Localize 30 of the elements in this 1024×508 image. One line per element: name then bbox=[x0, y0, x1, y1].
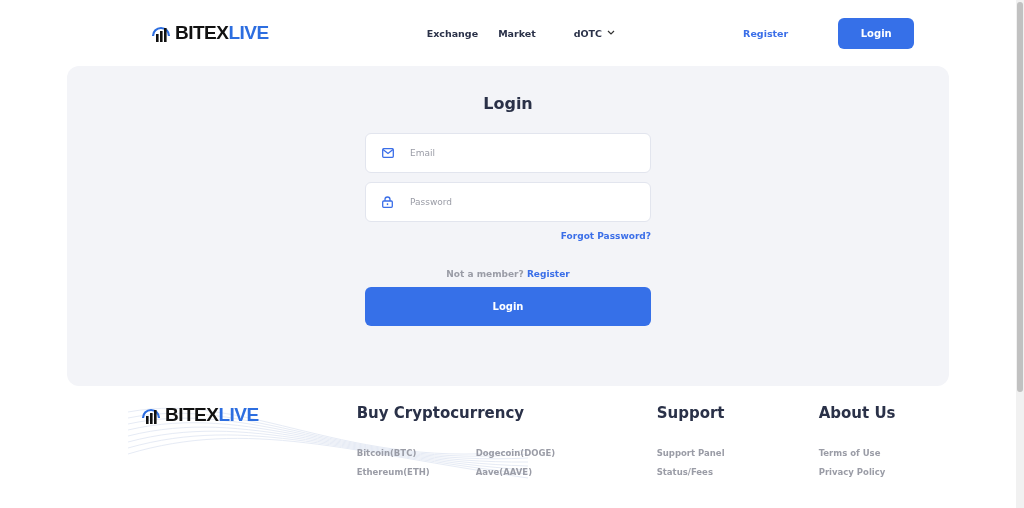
footer-heading: Support bbox=[656, 404, 726, 422]
login-title: Login bbox=[483, 94, 533, 113]
footer-link[interactable]: Support Panel bbox=[656, 448, 819, 458]
logo-text: BITEX bbox=[175, 22, 229, 44]
nav-link[interactable]: Market bbox=[498, 27, 536, 39]
footer-link[interactable]: Status/Fees bbox=[656, 467, 819, 477]
nav-link[interactable]: Exchange bbox=[426, 27, 479, 39]
chevron-down-icon bbox=[607, 30, 616, 36]
footer-link[interactable]: Ethereum(ETH) bbox=[356, 467, 467, 477]
not-member-text: Not a member? bbox=[446, 269, 524, 279]
footer-heading: Buy Cryptocurrency bbox=[356, 404, 526, 422]
scrollbar[interactable] bbox=[1016, 0, 1024, 508]
logo-text: LIVE bbox=[218, 404, 259, 426]
register-link[interactable]: Register bbox=[743, 27, 789, 39]
login-button[interactable]: Login bbox=[838, 17, 915, 49]
logo-text: BITEX bbox=[165, 404, 219, 426]
forgot-password-link[interactable]: Forgot Password? bbox=[560, 231, 651, 241]
email-field[interactable]: Email bbox=[365, 133, 651, 173]
nav-dropdown[interactable]: dOTC bbox=[573, 27, 616, 39]
footer-heading: About Us bbox=[818, 404, 896, 422]
footer-link[interactable]: Privacy Policy bbox=[818, 467, 896, 477]
scrollbar-thumb[interactable] bbox=[1017, 2, 1023, 392]
password-field[interactable]: Password bbox=[365, 182, 651, 222]
footer-link[interactable]: Bitcoin(BTC) bbox=[356, 448, 467, 458]
login-submit-button[interactable]: Login bbox=[365, 287, 651, 326]
register-link[interactable]: Register bbox=[526, 269, 570, 279]
footer-link[interactable]: Aave(AAVE) bbox=[475, 467, 586, 477]
footer-link[interactable]: Terms of Use bbox=[818, 448, 896, 458]
logo-text: LIVE bbox=[228, 22, 269, 44]
footer-link[interactable]: Dogecoin(DOGE) bbox=[475, 448, 586, 458]
